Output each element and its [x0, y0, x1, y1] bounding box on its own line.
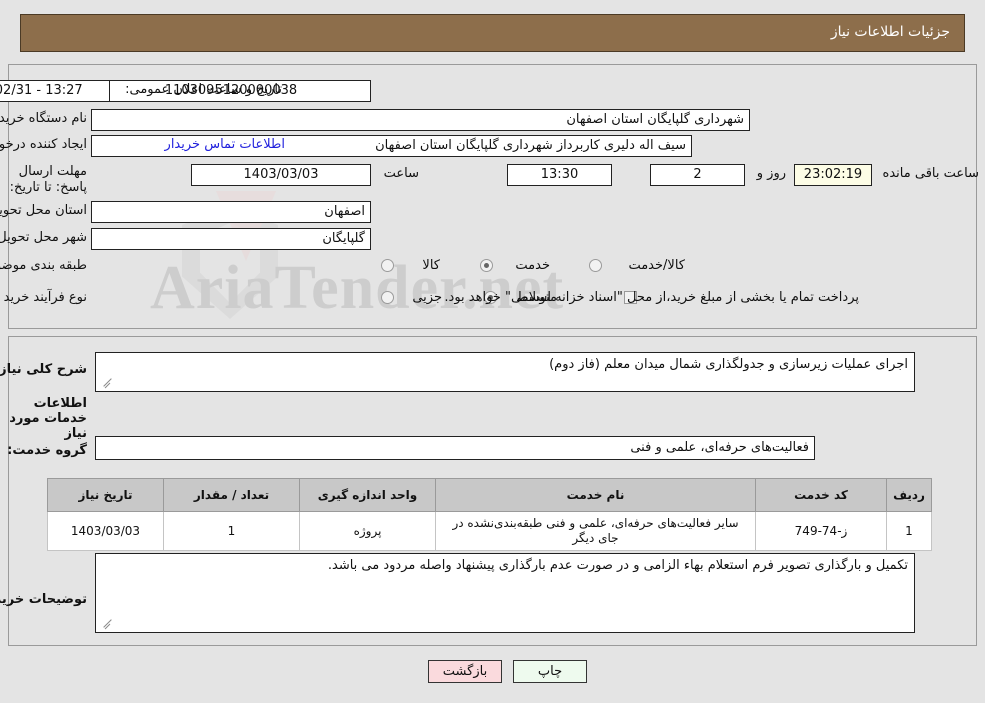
radio-process-jozei[interactable]: [381, 291, 394, 304]
cell-name: سایر فعالیت‌های حرفه‌ای، علمی و فنی طبقه…: [435, 511, 756, 551]
radio-category-kala-khedmat[interactable]: [589, 259, 602, 272]
province-value: اصفهان: [91, 201, 371, 223]
buyer-contact-link[interactable]: اطلاعات تماس خریدار: [165, 137, 285, 152]
back-button[interactable]: بازگشت: [428, 660, 502, 683]
column-header-code: کد خدمت: [755, 478, 887, 512]
city-label: شهر محل تحویل:: [0, 230, 87, 245]
table-row: 1 ز-74-749 سایر فعالیت‌های حرفه‌ای، علمی…: [47, 511, 932, 551]
page-title: جزئیات اطلاعات نیاز: [830, 24, 950, 40]
cell-date: 1403/03/03: [47, 511, 164, 551]
summary-textarea[interactable]: [95, 352, 915, 392]
city-value: گلپایگان: [91, 228, 371, 250]
public-announce-label: تاریخ و ساعت اعلان عمومی:: [125, 82, 282, 97]
remaining-time-value: 23:02:19: [794, 164, 872, 186]
column-header-unit: واحد اندازه گیری: [299, 478, 436, 512]
column-header-name: نام خدمت: [435, 478, 756, 512]
cell-unit: پروژه: [299, 511, 436, 551]
deadline-date-value: 1403/03/03: [191, 164, 371, 186]
services-section-heading: اطلاعات خدمات مورد نیاز: [9, 396, 87, 441]
column-header-qty: تعداد / مقدار: [163, 478, 300, 512]
buyer-notes-textarea[interactable]: [95, 553, 915, 633]
category-option-1-label: خدمت: [515, 258, 550, 273]
category-option-2-label: کالا/خدمت: [628, 258, 685, 273]
cell-radif: 1: [886, 511, 932, 551]
column-header-radif: ردیف: [886, 478, 932, 512]
service-group-value: فعالیت‌های حرفه‌ای، علمی و فنی: [95, 436, 815, 460]
process-label: نوع فرآیند خرید :: [0, 290, 87, 305]
creator-label: ایجاد کننده درخواست:: [0, 137, 87, 152]
deadline-hour-value: 13:30: [507, 164, 612, 186]
radio-category-khedmat[interactable]: [480, 259, 493, 272]
cell-code: ز-74-749: [755, 511, 887, 551]
islamic-treasury-text: پرداخت تمام یا بخشی از مبلغ خرید،از محل …: [444, 290, 859, 305]
page-root: AriaTender.net جزئیات اطلاعات نیاز شماره…: [0, 0, 985, 703]
buyer-org-label: نام دستگاه خریدار:: [0, 111, 87, 126]
print-button[interactable]: چاپ: [513, 660, 587, 683]
remaining-days-label: روز و: [756, 166, 786, 181]
cell-qty: 1: [163, 511, 300, 551]
process-option-0-label: جزیی: [412, 290, 442, 305]
public-announce-value: 1403/02/31 - 13:27: [0, 80, 110, 102]
table-header-row: ردیف کد خدمت نام خدمت واحد اندازه گیری ت…: [47, 478, 932, 512]
province-label: استان محل تحویل:: [0, 203, 87, 218]
services-table: ردیف کد خدمت نام خدمت واحد اندازه گیری ت…: [47, 478, 932, 551]
category-label: طبقه بندی موضوعی:: [0, 258, 87, 273]
service-group-label: گروه خدمت:: [7, 443, 87, 458]
category-option-0-label: کالا: [422, 258, 440, 273]
column-header-date: تاریخ نیاز: [47, 478, 164, 512]
buyer-org-value: شهرداری گلپایگان استان اصفهان: [91, 109, 750, 131]
deadline-hour-label: ساعت: [383, 166, 419, 181]
remaining-days-value: 2: [650, 164, 745, 186]
buyer-notes-label: توضیحات خریدار:: [0, 592, 87, 607]
window-title-bar: جزئیات اطلاعات نیاز: [20, 14, 965, 52]
remaining-time-label: ساعت باقی مانده: [882, 166, 979, 181]
radio-category-kala[interactable]: [381, 259, 394, 272]
deadline-label: مهلت ارسال پاسخ: تا تاریخ:: [9, 164, 87, 195]
summary-label: شرح کلی نیاز:: [0, 362, 87, 377]
